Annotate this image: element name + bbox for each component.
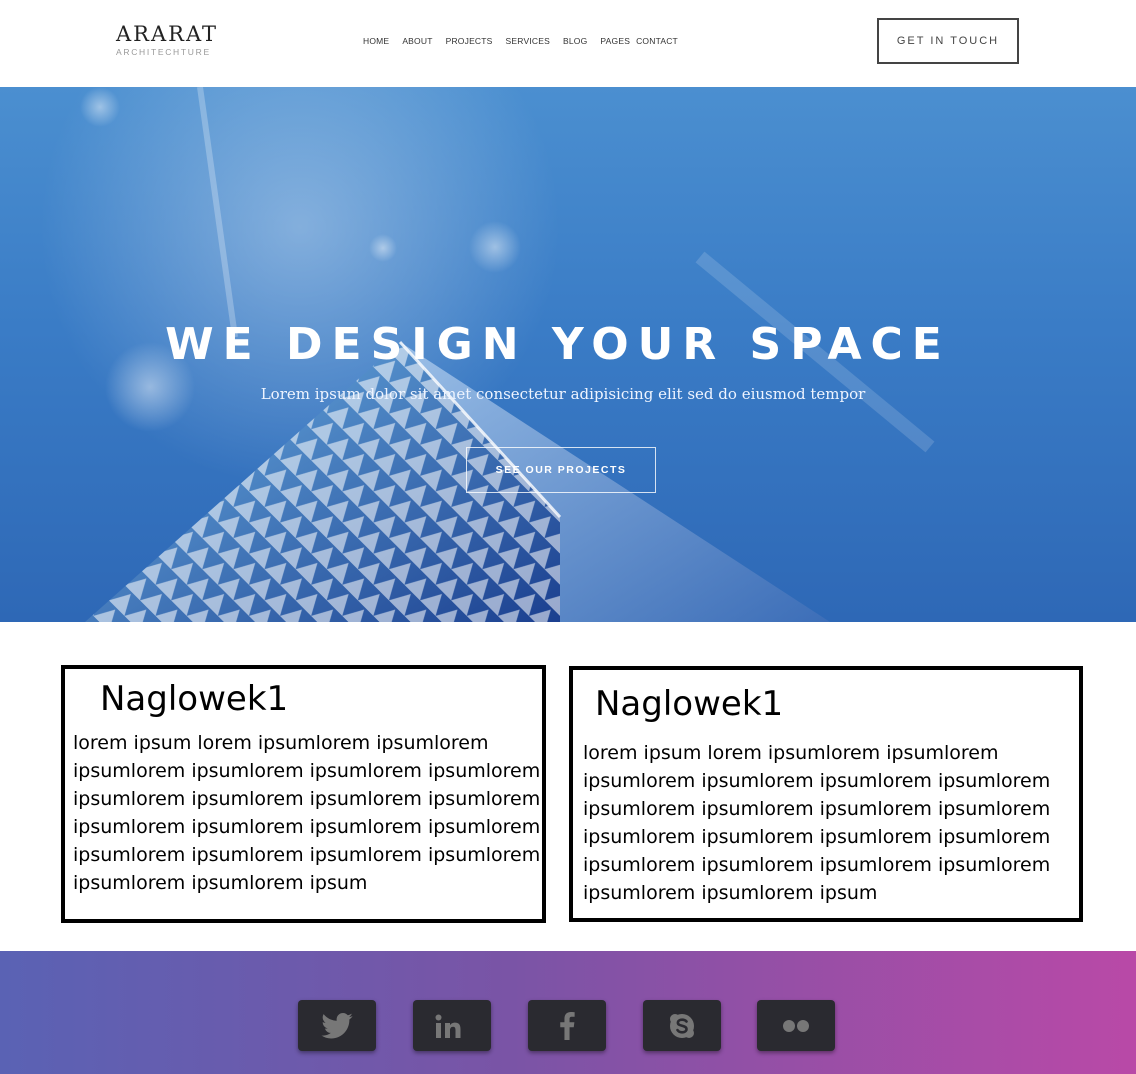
hero-banner: WE DESIGN YOUR SPACE Lorem ipsum dolor s…	[0, 87, 1136, 622]
card-body-line: ipsumlorem ipsumlorem ipsumlorem ipsumlo…	[73, 760, 541, 782]
hero-title: WE DESIGN YOUR SPACE	[165, 319, 951, 370]
main-nav: HOME ABOUT PROJECTS SERVICES BLOG PAGES …	[363, 36, 678, 46]
facebook-link[interactable]	[528, 1000, 606, 1051]
hero-subtitle: Lorem ipsum dolor sit amet consectetur a…	[260, 385, 866, 403]
facebook-icon	[560, 1011, 575, 1040]
twitter-icon	[321, 1012, 353, 1038]
card-body-line: ipsumlorem ipsumlorem ipsumlorem ipsumlo…	[73, 844, 541, 866]
card-body: lorem ipsum lorem ipsumlorem ipsumlorem …	[583, 739, 1053, 907]
card-body-line: ipsumlorem ipsumlorem ipsumlorem ipsumlo…	[583, 854, 1051, 876]
site-footer	[0, 951, 1136, 1074]
card-body-line: lorem ipsum lorem ipsumlorem ipsumlorem	[583, 742, 999, 764]
nav-blog[interactable]: BLOG	[563, 36, 587, 46]
card-heading: Naglowek1	[100, 679, 289, 719]
nav-about[interactable]: ABOUT	[402, 36, 432, 46]
nav-projects[interactable]: PROJECTS	[446, 36, 493, 46]
skype-icon	[670, 1013, 694, 1038]
nav-home[interactable]: HOME	[363, 36, 389, 46]
skype-link[interactable]	[643, 1000, 721, 1051]
flickr-link[interactable]	[757, 1000, 835, 1051]
nav-pages[interactable]: PAGES	[600, 36, 630, 46]
card-body-line: ipsumlorem ipsumlorem ipsumlorem ipsumlo…	[583, 826, 1051, 848]
content-card-2: Naglowek1 lorem ipsum lorem ipsumlorem i…	[569, 666, 1083, 922]
linkedin-link[interactable]	[413, 1000, 491, 1051]
nav-contact[interactable]: CONTACT	[636, 36, 678, 46]
card-heading: Naglowek1	[595, 684, 784, 724]
twitter-link[interactable]	[298, 1000, 376, 1051]
get-in-touch-button[interactable]: GET IN TOUCH	[877, 18, 1019, 64]
linkedin-icon	[435, 1014, 461, 1038]
flickr-icon	[783, 1019, 809, 1032]
logo[interactable]: ARARAT ARCHITECHTURE	[116, 22, 218, 57]
card-body: lorem ipsum lorem ipsumlorem ipsumlorem …	[73, 729, 543, 897]
see-our-projects-button[interactable]: SEE OUR PROJECTS	[466, 447, 656, 493]
card-body-line: ipsumlorem ipsumlorem ipsumlorem ipsumlo…	[583, 798, 1051, 820]
card-body-line: ipsumlorem ipsumlorem ipsumlorem ipsumlo…	[73, 816, 541, 838]
card-body-line: ipsumlorem ipsumlorem ipsumlorem ipsumlo…	[73, 788, 541, 810]
card-body-line: ipsumlorem ipsumlorem ipsum	[583, 882, 878, 904]
content-card-1: Naglowek1 lorem ipsum lorem ipsumlorem i…	[61, 665, 546, 923]
site-header: ARARAT ARCHITECHTURE HOME ABOUT PROJECTS…	[0, 0, 1136, 87]
logo-subtitle: ARCHITECHTURE	[116, 47, 211, 57]
logo-title: ARARAT	[116, 22, 218, 46]
card-body-line: ipsumlorem ipsumlorem ipsum	[73, 872, 368, 894]
card-body-line: ipsumlorem ipsumlorem ipsumlorem ipsumlo…	[583, 770, 1051, 792]
card-body-line: lorem ipsum lorem ipsumlorem ipsumlorem	[73, 732, 489, 754]
nav-services[interactable]: SERVICES	[506, 36, 550, 46]
